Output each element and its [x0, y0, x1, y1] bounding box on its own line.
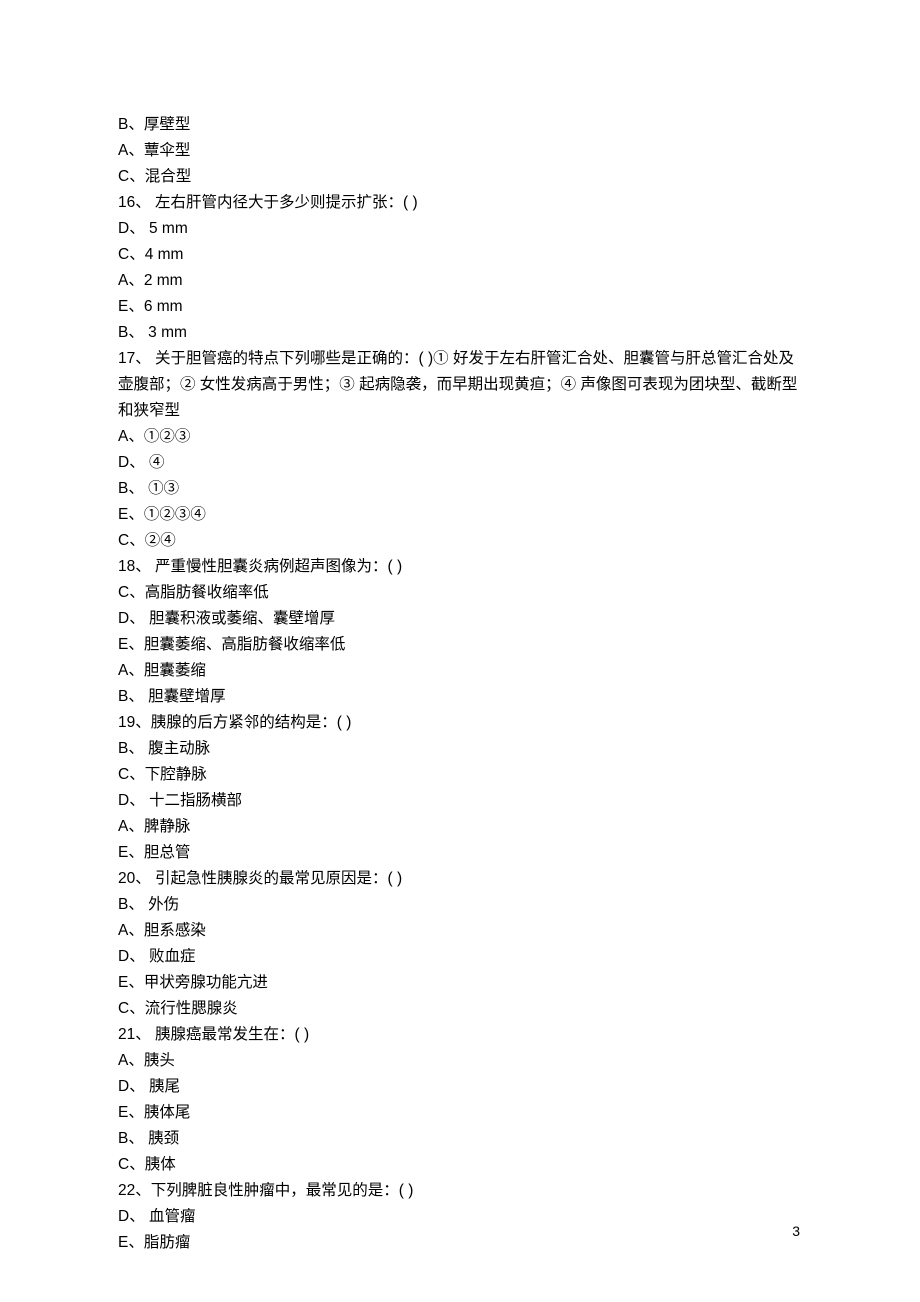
option-text: A、①②③ [118, 424, 802, 450]
option-text: B、 胆囊壁增厚 [118, 684, 802, 710]
option-text: E、胆囊萎缩、高脂肪餐收缩率低 [118, 632, 802, 658]
option-text: B、 腹主动脉 [118, 736, 802, 762]
option-text: E、胆总管 [118, 840, 802, 866]
option-text: D、 胰尾 [118, 1074, 802, 1100]
option-text: E、6 mm [118, 294, 802, 320]
question-text: 19、胰腺的后方紧邻的结构是：( ) [118, 710, 802, 736]
option-text: A、胰头 [118, 1048, 802, 1074]
option-text: B、 外伤 [118, 892, 802, 918]
option-text: B、 3 mm [118, 320, 802, 346]
question-text: 18、 严重慢性胆囊炎病例超声图像为：( ) [118, 554, 802, 580]
option-text: C、混合型 [118, 164, 802, 190]
option-text: C、②④ [118, 528, 802, 554]
option-text: D、 胆囊积液或萎缩、囊壁增厚 [118, 606, 802, 632]
page: B、厚壁型 A、蕈伞型 C、混合型 16、 左右肝管内径大于多少则提示扩张：( … [0, 0, 920, 1302]
option-text: B、 ①③ [118, 476, 802, 502]
question-text: 21、 胰腺癌最常发生在：( ) [118, 1022, 802, 1048]
question-text: 20、 引起急性胰腺炎的最常见原因是：( ) [118, 866, 802, 892]
option-text: D、 血管瘤 [118, 1204, 802, 1230]
option-text: A、蕈伞型 [118, 138, 802, 164]
option-text: E、甲状旁腺功能亢进 [118, 970, 802, 996]
option-text: D、 十二指肠横部 [118, 788, 802, 814]
page-number: 3 [792, 1218, 800, 1244]
option-text: C、4 mm [118, 242, 802, 268]
option-text: E、胰体尾 [118, 1100, 802, 1126]
option-text: E、脂肪瘤 [118, 1230, 802, 1256]
option-text: C、胰体 [118, 1152, 802, 1178]
option-text: E、①②③④ [118, 502, 802, 528]
option-text: D、 ④ [118, 450, 802, 476]
option-text: D、 败血症 [118, 944, 802, 970]
option-text: C、流行性腮腺炎 [118, 996, 802, 1022]
question-text: 16、 左右肝管内径大于多少则提示扩张：( ) [118, 190, 802, 216]
option-text: B、厚壁型 [118, 112, 802, 138]
option-text: A、胆系感染 [118, 918, 802, 944]
option-text: C、高脂肪餐收缩率低 [118, 580, 802, 606]
option-text: D、 5 mm [118, 216, 802, 242]
option-text: A、脾静脉 [118, 814, 802, 840]
question-text: 22、下列脾脏良性肿瘤中，最常见的是：( ) [118, 1178, 802, 1204]
question-text: 17、 关于胆管癌的特点下列哪些是正确的：( )① 好发于左右肝管汇合处、胆囊管… [118, 346, 802, 424]
option-text: B、 胰颈 [118, 1126, 802, 1152]
option-text: A、胆囊萎缩 [118, 658, 802, 684]
option-text: C、下腔静脉 [118, 762, 802, 788]
option-text: A、2 mm [118, 268, 802, 294]
